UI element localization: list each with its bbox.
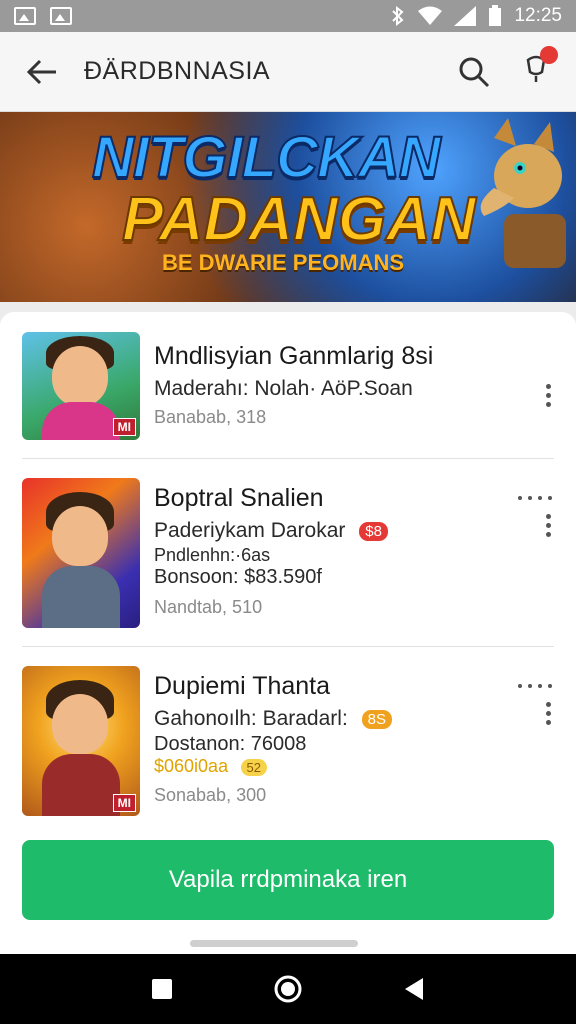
arrow-back-icon: [26, 59, 56, 84]
game-thumbnail: [22, 478, 140, 628]
price-badge: 8S: [361, 709, 392, 729]
home-circle-icon[interactable]: [274, 975, 302, 1003]
more-options-icon[interactable]: [546, 510, 554, 541]
app-bar: ĐÄRDBNNASIA: [0, 32, 576, 112]
more-options-icon[interactable]: [546, 380, 554, 411]
wifi-icon: [418, 6, 443, 25]
item-meta: Banabab, 318: [154, 407, 267, 427]
hero-banner[interactable]: NITGILCKAN PADANGAN BE DWARIE PEOMANS: [0, 112, 576, 302]
bluetooth-icon: [392, 6, 404, 26]
signal-icon: [454, 6, 477, 26]
thumbnail-tag: MI: [112, 418, 136, 436]
price-badge: $8: [359, 521, 388, 541]
item-detail: Dostanon: 76008: [154, 733, 307, 755]
list-item[interactable]: MI Mndlisyian Ganmlarig 8si Maderahı: No…: [0, 330, 576, 458]
thumbnail-tag: MI: [112, 794, 136, 812]
item-subtitle: Paderiykam Darokar: [154, 519, 346, 542]
item-detail: Pndlenhn:·6as: [154, 545, 271, 565]
list-item[interactable]: MI Dupiemi Thanta Gahonoılh: Baradarl: 8…: [0, 662, 576, 830]
image-notification-icon: [50, 7, 72, 25]
recents-square-icon[interactable]: [151, 978, 173, 1000]
creature-illustration: [480, 118, 566, 268]
page-title: ĐÄRDBNNASIA: [84, 57, 271, 85]
battery-icon: [489, 5, 502, 26]
item-title: Mndlisyian Ganmlarig 8si: [154, 342, 434, 370]
item-title: Boptral Snalien: [154, 484, 324, 512]
game-thumbnail: MI: [22, 666, 140, 816]
item-price: $060i0aa: [154, 756, 229, 776]
more-options-icon[interactable]: [546, 698, 554, 729]
item-price-line: Bonsoon: $83.590f: [154, 566, 322, 588]
divider: [22, 646, 554, 647]
banner-title-line1: NITGILCKAN: [91, 124, 442, 191]
divider: [22, 458, 554, 459]
item-subtitle: Maderahı: Nolah· AöP.Soan: [154, 377, 413, 400]
back-triangle-icon[interactable]: [403, 977, 425, 1001]
price-badge-small: 52: [240, 759, 267, 777]
status-time: 12:25: [514, 5, 562, 26]
more-dots-icon[interactable]: [518, 684, 552, 688]
status-bar: 12:25: [0, 0, 576, 32]
game-thumbnail: MI: [22, 332, 140, 440]
item-meta: Nandtab, 510: [154, 597, 263, 617]
item-title: Dupiemi Thanta: [154, 672, 331, 700]
banner-subtitle: BE DWARIE PEOMANS: [162, 250, 405, 275]
list-item[interactable]: Boptral Snalien Paderiykam Darokar $8 Pn…: [0, 474, 576, 642]
more-dots-icon[interactable]: [518, 496, 552, 500]
search-icon[interactable]: [458, 56, 490, 88]
scroll-handle[interactable]: [190, 940, 358, 947]
primary-action-button[interactable]: Vapila rrdpminaka iren: [22, 840, 554, 920]
notifications-button[interactable]: [524, 46, 558, 89]
back-button[interactable]: [0, 32, 84, 112]
gallery-notification-icon: [14, 7, 36, 25]
game-list-card: MI Mndlisyian Ganmlarig 8si Maderahı: No…: [0, 312, 576, 954]
item-subtitle: Gahonoılh: Baradarl:: [154, 707, 348, 730]
banner-title-line2: PADANGAN: [121, 184, 477, 255]
item-meta: Sonabab, 300: [154, 785, 267, 805]
system-nav-bar: [0, 954, 576, 1024]
notification-dot: [540, 46, 558, 64]
